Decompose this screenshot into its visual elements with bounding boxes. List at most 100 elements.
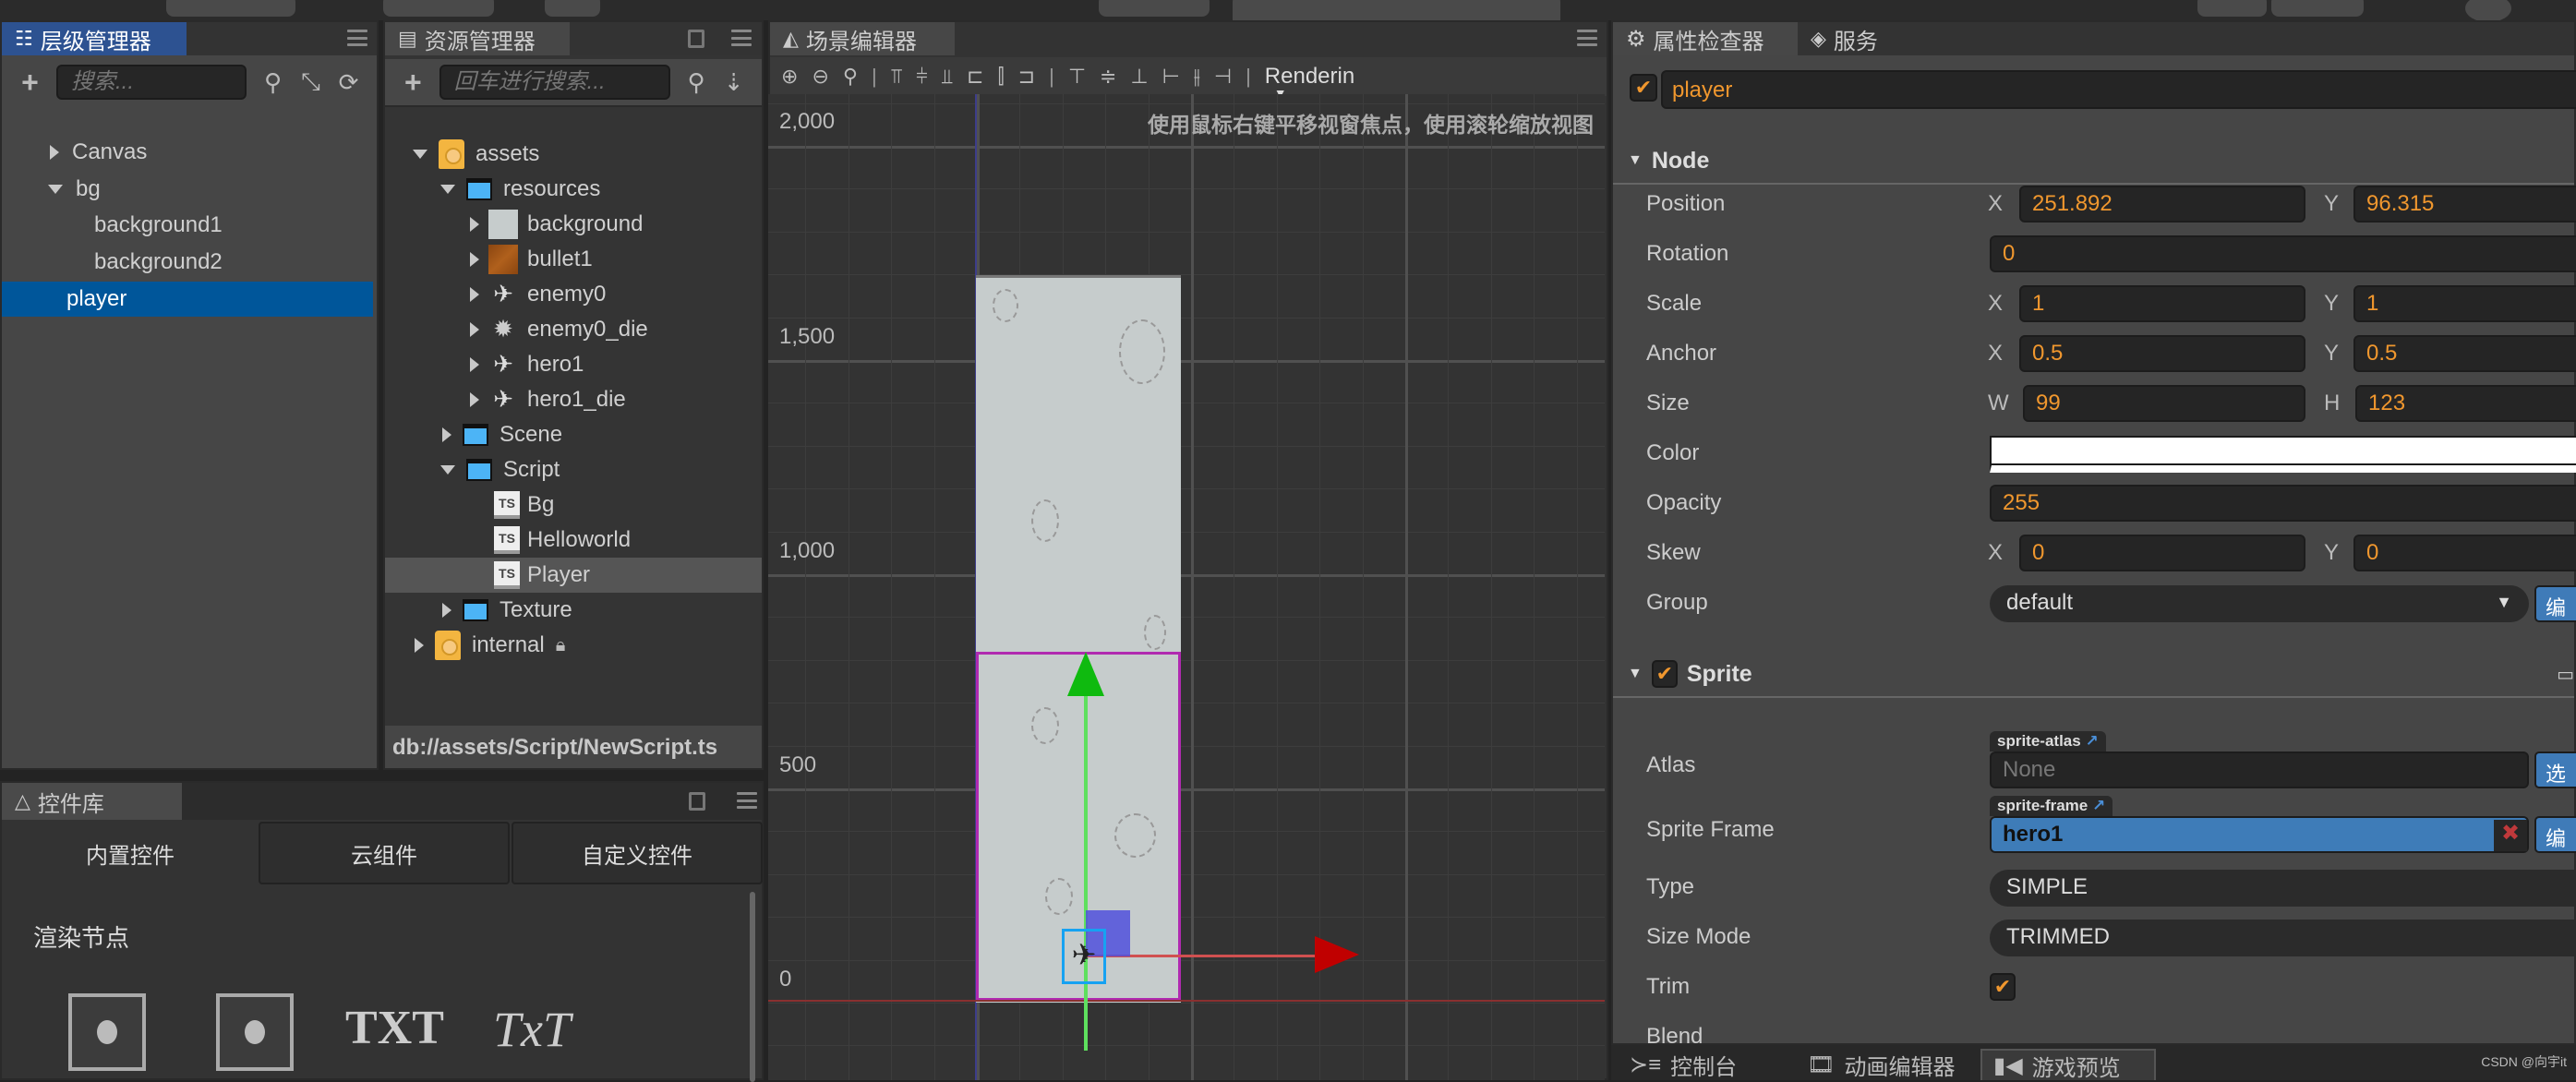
gizmo-y-line[interactable] [1084, 692, 1088, 1051]
asset-item-assets[interactable]: assets [385, 137, 762, 172]
expand-arrow-icon[interactable] [470, 392, 479, 407]
asset-item-internal[interactable]: internal 🔒︎ [385, 628, 762, 663]
size-h-input[interactable]: 123 [2355, 385, 2576, 422]
panel-menu-icon[interactable] [1577, 30, 1597, 46]
opacity-input[interactable]: 255 [1990, 485, 2576, 522]
tab-game-preview[interactable]: ▮◀ 游戏预览 [1980, 1049, 2156, 1081]
popout-icon[interactable] [688, 30, 704, 48]
player-sprite[interactable]: ✈ [1062, 929, 1106, 984]
align-left-icon[interactable]: ⊏ [967, 65, 983, 89]
tree-node-player[interactable]: player [2, 282, 373, 317]
tree-node-canvas[interactable]: Canvas [2, 135, 377, 170]
expand-arrow-icon[interactable] [50, 145, 59, 160]
anchor-y-input[interactable]: 0.5 [2353, 335, 2576, 372]
toolbar-button[interactable] [545, 0, 600, 17]
toolbar-button[interactable] [2197, 0, 2267, 17]
scene-viewport[interactable]: 使用鼠标右键平移视窗焦点，使用滚轮缩放视图 2,000 1,500 1,000 … [768, 94, 1605, 1080]
tab-hierarchy[interactable]: ☷ 层级管理器 [2, 22, 187, 55]
distribute-right-icon[interactable]: ⊣ [1214, 65, 1232, 89]
position-y-input[interactable]: 96.315 [2353, 186, 2576, 222]
expand-arrow-icon[interactable] [470, 252, 479, 267]
gizmo-x-arrow-icon[interactable] [1315, 936, 1359, 973]
search-icon[interactable]: ⚲ [261, 68, 284, 97]
collapse-arrow-icon[interactable] [413, 150, 427, 159]
label-widget[interactable]: TXT [345, 1001, 444, 1055]
select-atlas-button[interactable]: 选 [2534, 751, 2576, 788]
sprite-frame-input[interactable]: hero1 [1990, 816, 2529, 853]
hierarchy-search-input[interactable] [56, 65, 247, 100]
collapse-arrow-icon[interactable] [440, 465, 455, 475]
asset-item-enemy0[interactable]: ✈ enemy0 [385, 277, 762, 312]
distribute-bottom-icon[interactable]: ⊥ [1130, 65, 1148, 89]
asset-item-hero1-die[interactable]: ✈ hero1_die [385, 382, 762, 417]
toolbar-button[interactable] [2271, 0, 2364, 17]
asset-item-background[interactable]: background [385, 207, 762, 242]
asset-item-bullet1[interactable]: bullet1 [385, 242, 762, 277]
scale-y-input[interactable]: 1 [2353, 285, 2576, 322]
expand-arrow-icon[interactable] [470, 357, 479, 372]
zoom-in-icon[interactable]: ⊕ [781, 65, 798, 89]
collapse-arrow-icon[interactable] [440, 185, 455, 194]
add-icon[interactable]: + [18, 66, 42, 100]
distribute-top-icon[interactable]: ⊤ [1068, 65, 1086, 89]
align-hcenter-icon[interactable]: ⫿ [998, 65, 1005, 89]
skew-x-input[interactable]: 0 [2019, 535, 2305, 571]
asset-item-helloworld-script[interactable]: TS Helloworld [385, 523, 762, 558]
node-active-checkbox[interactable]: ✔ [1630, 74, 1657, 102]
edit-sprite-frame-button[interactable]: 编 [2534, 816, 2576, 853]
expand-arrow-icon[interactable] [470, 322, 479, 337]
expand-arrow-icon[interactable] [470, 217, 479, 232]
atlas-input[interactable]: None [1990, 751, 2529, 788]
subtab-cloud[interactable]: 云组件 [259, 822, 510, 884]
tab-console[interactable]: ≻≡ 控制台 [1619, 1049, 1748, 1080]
tab-services[interactable]: ◈ 服务 [1798, 22, 1908, 55]
tab-widget-library[interactable]: △ 控件库 [2, 783, 182, 820]
docs-icon[interactable]: ▭ [2557, 663, 2574, 686]
subtab-custom[interactable]: 自定义控件 [512, 822, 763, 884]
anchor-x-input[interactable]: 0.5 [2019, 335, 2305, 372]
asset-item-script[interactable]: Script [385, 452, 762, 487]
tab-scene-editor[interactable]: ◭ 场景编辑器 [770, 22, 955, 55]
assets-search-input[interactable] [439, 65, 670, 100]
sprite-widget[interactable] [68, 993, 146, 1071]
refresh-icon[interactable]: ⟳ [337, 68, 360, 97]
clear-icon[interactable]: ✖ [2494, 820, 2527, 851]
group-select[interactable]: default ▼ [1990, 585, 2529, 622]
add-icon[interactable]: + [402, 66, 425, 100]
tab-assets[interactable]: ▤ 资源管理器 [385, 22, 570, 55]
sprite-enabled-checkbox[interactable]: ✔ [1651, 660, 1678, 688]
position-x-input[interactable]: 251.892 [2019, 186, 2305, 222]
toolbar-button[interactable] [383, 0, 494, 17]
sprite-splash-widget[interactable] [216, 993, 294, 1071]
gizmo-y-arrow-icon[interactable] [1067, 652, 1104, 696]
scrollbar[interactable] [750, 892, 755, 1082]
distribute-left-icon[interactable]: ⊢ [1162, 65, 1180, 89]
expand-arrow-icon[interactable] [470, 287, 479, 302]
expand-arrow-icon[interactable] [442, 427, 451, 442]
align-top-icon[interactable]: ⫪ [891, 65, 902, 89]
rotation-input[interactable]: 0 [1990, 235, 2576, 272]
color-swatch[interactable] [1990, 436, 2576, 473]
zoom-out-icon[interactable]: ⊖ [812, 65, 828, 89]
rendering-dropdown[interactable]: Renderin ▼ [1265, 64, 1354, 101]
align-right-icon[interactable]: ⊐ [1018, 65, 1035, 89]
tree-node-background2[interactable]: background2 [2, 245, 377, 280]
edit-group-button[interactable]: 编 [2534, 585, 2576, 622]
trim-checkbox[interactable]: ✔ [1990, 973, 2016, 1001]
expand-arrow-icon[interactable] [415, 638, 424, 653]
node-name-input[interactable]: player [1661, 70, 2576, 109]
panel-menu-icon[interactable] [347, 30, 367, 46]
asset-item-bg-script[interactable]: TS Bg [385, 487, 762, 523]
tab-animation-editor[interactable]: 🎞︎ 动画编辑器 [1796, 1049, 1966, 1080]
collapse-icon[interactable]: ⤡ [299, 67, 322, 97]
node-section-header[interactable]: ▼ Node [1613, 138, 2574, 185]
asset-item-resources[interactable]: resources [385, 172, 762, 207]
toolbar-button[interactable] [166, 0, 295, 17]
subtab-builtin[interactable]: 内置控件 [4, 822, 257, 884]
size-mode-select[interactable]: TRIMMED [1990, 920, 2576, 956]
skew-y-input[interactable]: 0 [2353, 535, 2576, 571]
type-select[interactable]: SIMPLE [1990, 870, 2576, 907]
distribute-hcenter-icon[interactable]: ⫲ [1194, 65, 1200, 89]
align-bottom-icon[interactable]: ⫫ [942, 65, 953, 89]
asset-item-hero1[interactable]: ✈ hero1 [385, 347, 762, 382]
